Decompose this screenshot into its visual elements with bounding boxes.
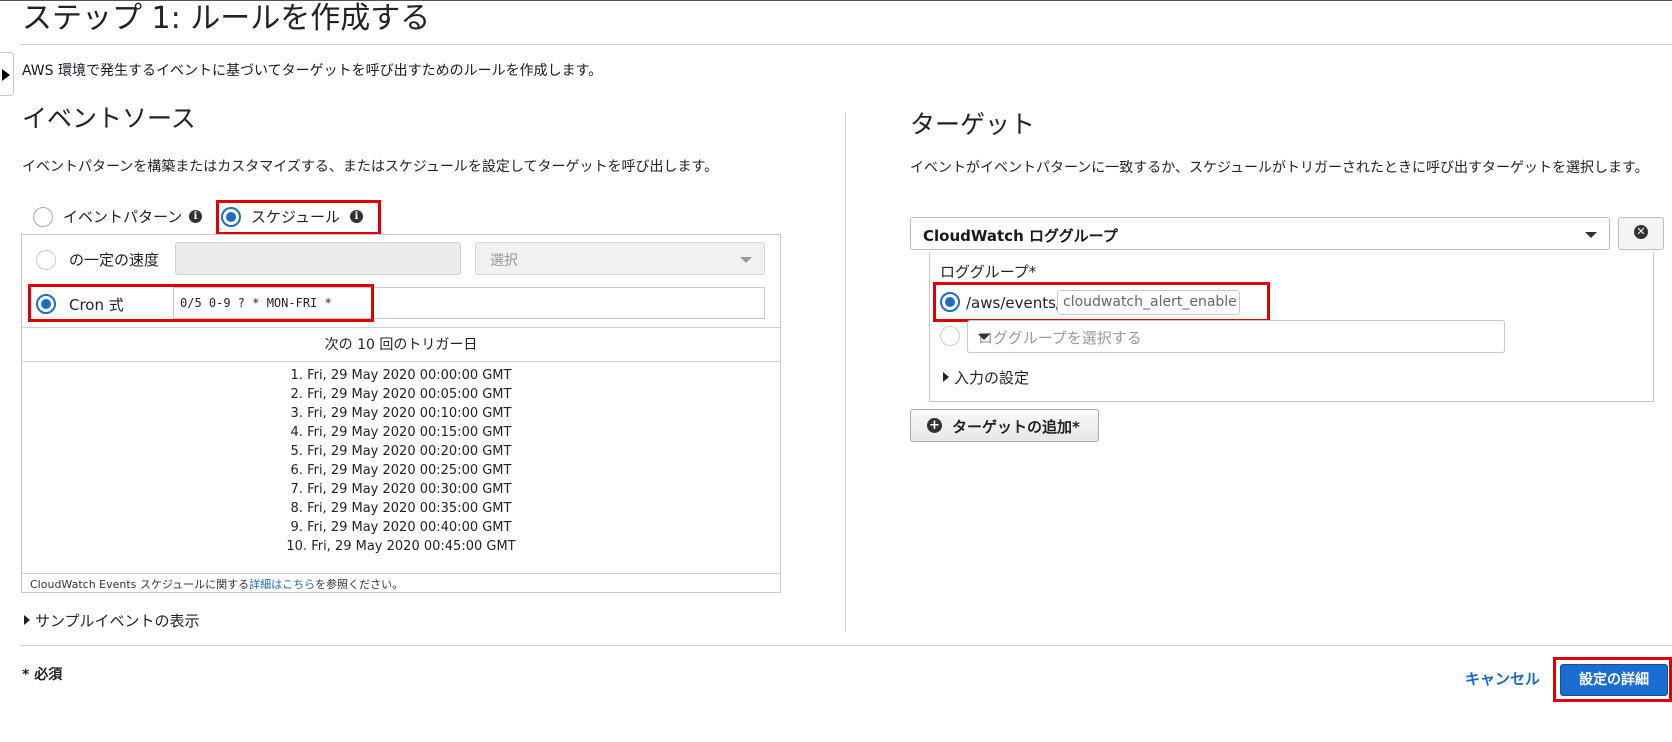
- trigger-date: 3. Fri, 29 May 2020 00:10:00 GMT: [290, 406, 512, 421]
- log-group-existing-radio[interactable]: [940, 326, 960, 346]
- required-note: * 必須: [22, 667, 63, 683]
- panel-divider: [22, 361, 780, 362]
- chevron-down-icon: [740, 257, 752, 263]
- log-group-select[interactable]: ロググループを選択する: [967, 320, 1505, 353]
- rate-unit-select[interactable]: 選択: [475, 242, 765, 275]
- triggers-list: 1. Fri, 29 May 2020 00:00:00 GMT 2. Fri,…: [22, 366, 780, 556]
- target-type-select[interactable]: CloudWatch ロググループ: [910, 217, 1610, 250]
- rate-unit-placeholder: 選択: [490, 253, 518, 269]
- input-settings-label: 入力の設定: [954, 369, 1030, 387]
- add-target-button[interactable]: + ターゲットの追加*: [910, 409, 1099, 442]
- input-settings-toggle[interactable]: 入力の設定: [943, 367, 1029, 388]
- target-type-value: CloudWatch ロググループ: [923, 227, 1118, 245]
- schedule-help-note: CloudWatch Events スケジュールに関する詳細はこちらを参照くださ…: [30, 576, 403, 592]
- panel-divider: [22, 327, 780, 328]
- event-pattern-radio[interactable]: [33, 207, 53, 227]
- learn-more-link[interactable]: 詳細はこちら: [249, 578, 315, 591]
- trigger-date: 2. Fri, 29 May 2020 00:05:00 GMT: [290, 387, 512, 402]
- note-suffix: を参照ください。: [315, 578, 404, 591]
- caret-right-icon: [943, 372, 949, 382]
- triggers-header: 次の 10 回のトリガー日: [324, 337, 478, 353]
- trigger-date: 9. Fri, 29 May 2020 00:40:00 GMT: [290, 520, 512, 535]
- footer-divider: [20, 645, 1672, 646]
- column-divider: [845, 112, 846, 632]
- event-source-description: イベントパターンを構築またはカスタマイズする、またはスケジュールを設定してターゲ…: [22, 159, 719, 175]
- page-description: AWS 環境で発生するイベントに基づいてターゲットを呼び出すためのルールを作成し…: [22, 63, 603, 79]
- page-title: ステップ 1: ルールを作成する: [22, 1, 431, 36]
- trigger-date: 10. Fri, 29 May 2020 00:45:00 GMT: [286, 539, 516, 554]
- highlight-box-cron: [28, 284, 374, 322]
- title-divider: [20, 44, 1672, 45]
- info-icon[interactable]: i: [189, 210, 202, 223]
- panel-divider: [22, 573, 780, 574]
- caret-right-icon: [2, 69, 10, 81]
- event-pattern-label: イベントパターン: [63, 208, 183, 226]
- trigger-date: 5. Fri, 29 May 2020 00:20:00 GMT: [290, 444, 512, 459]
- plus-icon: +: [927, 418, 942, 433]
- close-icon: ✕: [1634, 225, 1648, 239]
- cancel-button[interactable]: キャンセル: [1465, 668, 1540, 689]
- trigger-date: 1. Fri, 29 May 2020 00:00:00 GMT: [290, 368, 512, 383]
- chevron-down-icon: [1585, 232, 1597, 238]
- sample-event-toggle[interactable]: サンプルイベントの表示: [24, 610, 200, 631]
- trigger-date: 7. Fri, 29 May 2020 00:30:00 GMT: [290, 482, 512, 497]
- trigger-date: 4. Fri, 29 May 2020 00:15:00 GMT: [290, 425, 512, 440]
- note-prefix: CloudWatch Events スケジュールに関する: [30, 578, 250, 591]
- highlight-box-next: [1553, 657, 1672, 702]
- chevron-down-icon: [978, 334, 990, 340]
- event-source-title: イベントソース: [22, 104, 196, 133]
- target-description: イベントがイベントパターンに一致するか、スケジュールがトリガーされたときに呼び出…: [910, 160, 1649, 176]
- rate-value-input[interactable]: [175, 242, 461, 275]
- trigger-date: 8. Fri, 29 May 2020 00:35:00 GMT: [290, 501, 512, 516]
- caret-right-icon: [24, 615, 30, 625]
- sample-event-label: サンプルイベントの表示: [35, 612, 200, 630]
- log-group-label: ロググループ*: [940, 263, 1037, 281]
- target-title: ターゲット: [910, 110, 1036, 139]
- remove-target-button[interactable]: ✕: [1618, 217, 1664, 250]
- sidebar-toggle[interactable]: [0, 52, 14, 96]
- trigger-date: 6. Fri, 29 May 2020 00:25:00 GMT: [290, 463, 512, 478]
- log-group-select-placeholder: ロググループを選択する: [978, 329, 1142, 347]
- highlight-box-schedule: [216, 200, 381, 235]
- add-target-label: ターゲットの追加*: [952, 418, 1080, 436]
- highlight-box-log-group: [933, 282, 1270, 322]
- fixed-rate-label: の一定の速度: [69, 251, 160, 269]
- fixed-rate-radio[interactable]: [36, 250, 56, 270]
